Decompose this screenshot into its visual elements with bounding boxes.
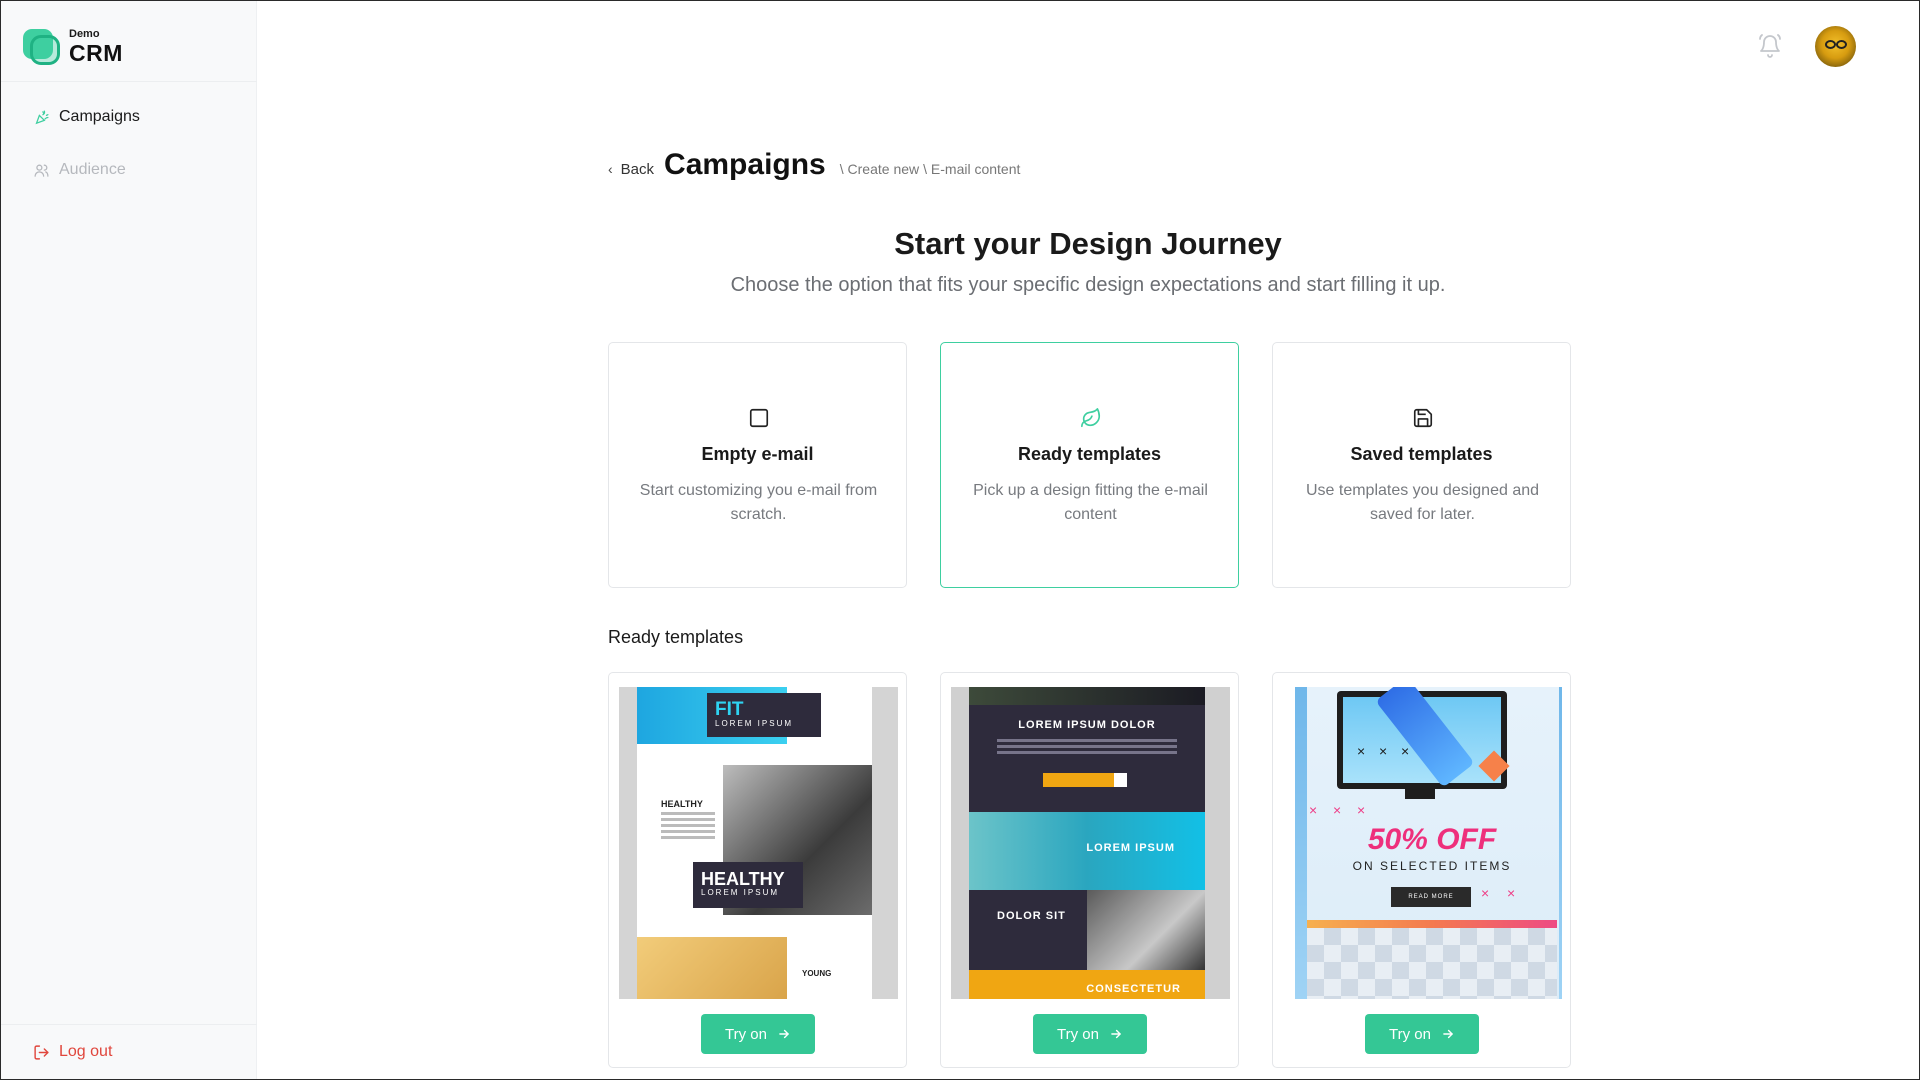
breadcrumb-part-email-content: \ E-mail content — [923, 161, 1021, 177]
thumb-paragraph — [661, 812, 715, 842]
try-on-button[interactable]: Try on — [1365, 1014, 1479, 1054]
back-label: Back — [620, 160, 655, 178]
sidebar-item-campaigns[interactable]: Campaigns — [33, 108, 140, 126]
thumb-text: FIT — [715, 699, 744, 720]
avatar[interactable] — [1815, 26, 1856, 67]
try-on-label: Try on — [725, 1025, 767, 1043]
thumb-text: 50% OFF — [1367, 823, 1497, 856]
sidebar-divider — [1, 1024, 257, 1025]
breadcrumb: ‹ Back Campaigns \ Create new \ E-mail c… — [608, 148, 1020, 182]
option-card-empty-email[interactable]: Empty e-mail Start customizing you e-mai… — [608, 342, 907, 588]
users-icon — [34, 164, 49, 177]
try-on-label: Try on — [1057, 1025, 1099, 1043]
template-thumbnail-gym[interactable]: LOREM IPSUM DOLOR LOREM IPSUM DOLOR SIT … — [951, 687, 1230, 999]
thumb-text: CONSECTETUR — [1086, 983, 1181, 995]
section-label-ready-templates: Ready templates — [608, 627, 744, 647]
thumb-text: DOLOR SIT — [997, 910, 1066, 922]
logo-big-text: CRM — [69, 40, 123, 66]
template-thumbnail-sale[interactable]: × × × × × × 50% OFF ON SELECTED ITEMS READ M… — [1283, 687, 1562, 999]
back-button[interactable]: ‹ Back — [608, 161, 654, 178]
square-icon — [749, 408, 769, 428]
thumb-text: LOREM IPSUM DOLOR — [1018, 719, 1156, 731]
option-title: Empty e-mail — [701, 444, 814, 464]
thumb-text: LOREM IPSUM — [715, 719, 794, 728]
thumb-text: YOUNG — [802, 969, 832, 978]
template-card: LOREM IPSUM DOLOR LOREM IPSUM DOLOR SIT … — [940, 672, 1239, 1068]
thumb-text: HEALTHY — [661, 799, 703, 809]
arrow-right-icon — [1443, 1029, 1453, 1039]
sidebar-divider — [1, 81, 257, 82]
try-on-button[interactable]: Try on — [701, 1014, 815, 1054]
arrow-right-icon — [1111, 1029, 1121, 1039]
hero-subtitle: Choose the option that fits your specifi… — [730, 274, 1446, 296]
option-card-saved-templates[interactable]: Saved templates Use templates you design… — [1272, 342, 1571, 588]
thumb-text: LOREM IPSUM — [1086, 842, 1175, 854]
logo[interactable]: Demo CRM — [23, 27, 123, 67]
option-desc: Use templates you designed and saved for… — [1305, 482, 1540, 523]
logout-icon — [34, 1044, 49, 1060]
option-card-ready-templates[interactable]: Ready templates Pick up a design fitting… — [940, 342, 1239, 588]
try-on-label: Try on — [1389, 1025, 1431, 1043]
logout-button[interactable]: Log out — [33, 1043, 112, 1061]
bell-icon[interactable] — [1758, 33, 1782, 59]
arrow-right-icon — [779, 1029, 789, 1039]
logo-mark-icon — [23, 29, 61, 65]
thumb-text: HEALTHY — [701, 869, 785, 889]
logo-small-text: Demo — [69, 28, 100, 40]
party-popper-icon — [35, 109, 49, 124]
logout-label: Log out — [59, 1043, 113, 1060]
option-title: Saved templates — [1350, 444, 1493, 464]
thumb-text: LOREM IPSUM — [701, 888, 780, 897]
sidebar: Demo CRM Campaigns Audience Log out — [1, 1, 257, 1079]
template-card: FIT LOREM IPSUM HEALTHY HEALTHY LOREM IP… — [608, 672, 907, 1068]
breadcrumb-part-create-new[interactable]: \ Create new — [840, 161, 919, 177]
option-title: Ready templates — [1017, 444, 1162, 464]
page-title: Campaigns — [664, 148, 826, 181]
option-desc: Start customizing you e-mail from scratc… — [639, 482, 878, 523]
thumb-text: ON SELECTED ITEMS — [1352, 859, 1512, 873]
sidebar-item-label: Audience — [59, 161, 126, 178]
leaf-icon — [1081, 408, 1101, 428]
thumb-paragraph — [997, 739, 1177, 757]
hero-title: Start your Design Journey — [894, 226, 1282, 261]
sidebar-item-label: Campaigns — [59, 108, 140, 125]
chevron-left-icon: ‹ — [608, 161, 613, 177]
save-icon — [1413, 408, 1433, 428]
thumb-photo — [637, 937, 787, 999]
thumb-button: READ MORE — [1391, 887, 1471, 907]
sidebar-item-audience[interactable]: Audience — [33, 161, 126, 179]
template-thumbnail-fitness[interactable]: FIT LOREM IPSUM HEALTHY HEALTHY LOREM IP… — [619, 687, 898, 999]
template-card: × × × × × × 50% OFF ON SELECTED ITEMS READ M… — [1272, 672, 1571, 1068]
try-on-button[interactable]: Try on — [1033, 1014, 1147, 1054]
option-desc: Pick up a design fitting the e-mail cont… — [973, 482, 1208, 523]
